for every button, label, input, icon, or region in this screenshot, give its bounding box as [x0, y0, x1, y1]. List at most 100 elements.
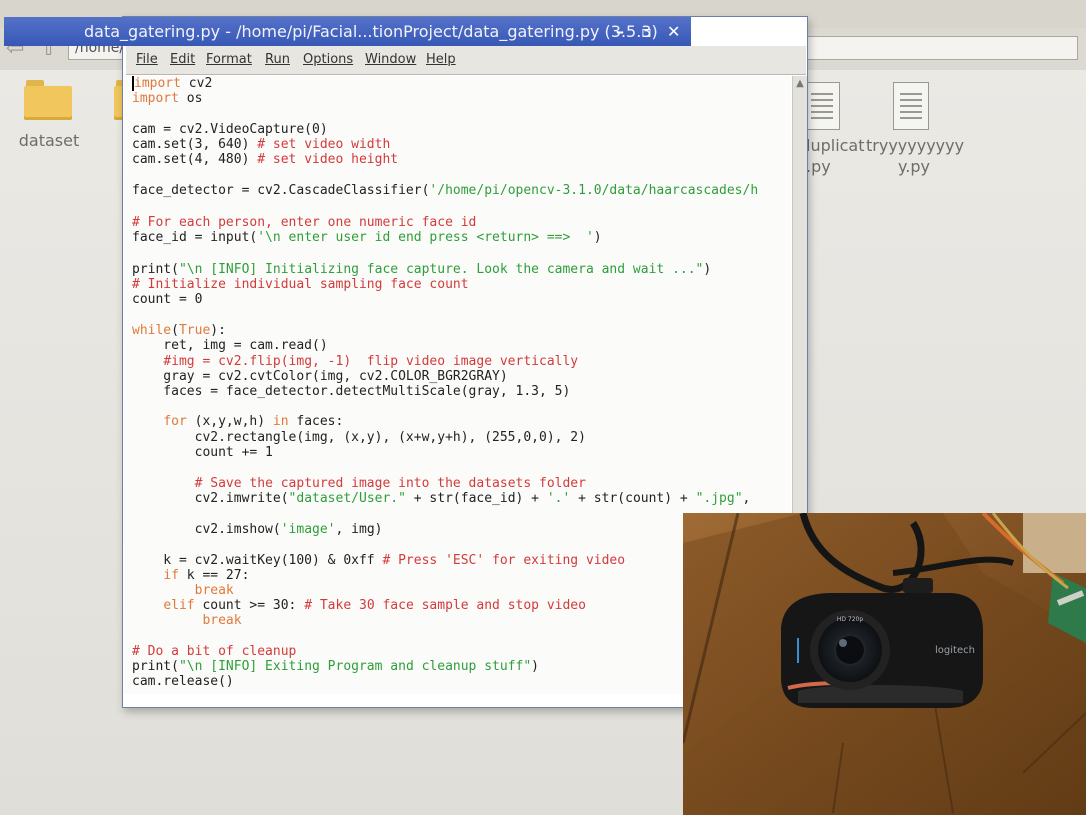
code-token: ): [531, 659, 539, 674]
file-icon[interactable]: [804, 82, 840, 130]
menu-file[interactable]: File: [136, 52, 158, 67]
code-line: count += 1: [132, 445, 273, 460]
code-line: elif count >= 30: # Take 30 face sample …: [132, 598, 586, 613]
code-token: (: [171, 323, 179, 338]
code-token: # set video height: [257, 152, 399, 167]
code-line: break: [132, 583, 234, 598]
code-line: # Do a bit of cleanup: [132, 644, 296, 659]
code-line: face_id = input('\n enter user id end pr…: [132, 230, 602, 245]
code-line: break: [132, 613, 241, 628]
code-token: cam = cv2.VideoCapture(0): [132, 122, 328, 137]
code-token: '/home/pi/opencv-3.1.0/data/haarcascades…: [429, 183, 759, 198]
menu-window[interactable]: Window: [365, 52, 416, 67]
code-token: cam.set(3, 640): [132, 137, 258, 152]
code-line: print("\n [INFO] Exiting Program and cle…: [132, 659, 539, 674]
code-line: cv2.imwrite("dataset/User." + str(face_i…: [132, 491, 751, 506]
file-label-tryyy: tryyyyyyyyy y.py: [866, 136, 965, 176]
code-line: # Save the captured image into the datas…: [132, 476, 586, 491]
code-token: elif: [163, 598, 195, 613]
close-icon[interactable]: ✕: [667, 17, 680, 46]
menu-help[interactable]: Help: [426, 52, 456, 67]
code-line: gray = cv2.cvtColor(img, cv2.COLOR_BGR2G…: [132, 369, 507, 384]
code-token: # For each person, enter one numeric fac…: [132, 215, 477, 230]
minimize-icon[interactable]: –: [616, 17, 624, 46]
code-token: ):: [210, 323, 226, 338]
code-token: for: [163, 414, 187, 429]
code-token: if: [163, 568, 179, 583]
folder-label-dataset: dataset: [18, 131, 80, 150]
code-line: while(True):: [132, 323, 226, 338]
code-line: # For each person, enter one numeric fac…: [132, 215, 476, 230]
file-label-duplicate: luplicat .py: [806, 136, 865, 176]
code-token: cv2.imshow(: [132, 522, 281, 537]
code-token: print(: [132, 659, 179, 674]
maximize-icon[interactable]: ▫: [641, 17, 652, 46]
menu-format[interactable]: Format: [206, 52, 252, 67]
code-token: # Do a bit of cleanup: [132, 644, 297, 659]
code-token: print(: [132, 262, 179, 277]
code-line: if k == 27:: [132, 568, 249, 583]
webcam-photo: HD 720p logitech: [683, 513, 1086, 815]
code-line: cam = cv2.VideoCapture(0): [132, 122, 328, 137]
menu-edit[interactable]: Edit: [170, 52, 195, 67]
code-token: + str(face_id) +: [405, 491, 547, 506]
code-token: "\n [INFO] Initializing face capture. Lo…: [178, 262, 704, 277]
code-token: import: [132, 76, 181, 91]
webcam-photo-image: HD 720p logitech: [683, 513, 1086, 815]
code-line: for (x,y,w,h) in faces:: [132, 414, 343, 429]
code-token: True: [178, 323, 211, 338]
file-icon[interactable]: [893, 82, 929, 130]
menu-bar: File Edit Format Run Options Window Help: [126, 46, 806, 75]
code-line: cam.set(4, 480) # set video height: [132, 152, 398, 167]
code-line: cam.release(): [132, 674, 234, 689]
code-token: #img = cv2.flip(img, -1) flip video imag…: [163, 354, 579, 369]
code-token: ret, img = cam.read(): [132, 338, 328, 353]
folder-icon[interactable]: [24, 80, 72, 120]
code-token: "dataset/User.": [288, 491, 406, 506]
code-token: cv2.imwrite(: [132, 491, 289, 506]
code-token: # Save the captured image into the datas…: [194, 476, 586, 491]
code-token: count = 0: [132, 292, 203, 307]
code-token: (x,y,w,h): [186, 414, 273, 429]
code-token: os: [178, 91, 203, 106]
code-line: # Initialize individual sampling face co…: [132, 277, 469, 292]
code-token: # Press 'ESC' for exiting video: [382, 553, 626, 568]
code-line: face_detector = cv2.CascadeClassifier('/…: [132, 183, 758, 198]
code-token: cv2.rectangle(img, (x,y), (x+w,y+h), (25…: [132, 430, 586, 445]
code-token: while: [132, 323, 172, 338]
window-titlebar[interactable]: data_gatering.py - /home/pi/Facial...tio…: [4, 17, 691, 46]
code-token: face_detector = cv2.CascadeClassifier(: [132, 183, 430, 198]
code-token: in: [272, 414, 289, 429]
code-line: cam.set(3, 640) # set video width: [132, 137, 390, 152]
code-token: break: [194, 583, 234, 598]
code-token: import: [132, 91, 179, 106]
code-token: + str(count) +: [570, 491, 696, 506]
code-token: # set video width: [257, 137, 391, 152]
code-line: faces = face_detector.detectMultiScale(g…: [132, 384, 570, 399]
menu-options[interactable]: Options: [303, 52, 353, 67]
code-token: ,: [742, 491, 751, 506]
code-token: # Initialize individual sampling face co…: [132, 277, 469, 292]
code-line: import os: [132, 91, 202, 106]
code-token: faces:: [288, 414, 344, 429]
code-token: ): [593, 230, 602, 245]
code-token: count >= 30:: [194, 598, 305, 613]
code-line: ret, img = cam.read(): [132, 338, 328, 353]
code-line: cv2.imshow('image', img): [132, 522, 383, 537]
code-line: print("\n [INFO] Initializing face captu…: [132, 262, 711, 277]
code-line: cv2.rectangle(img, (x,y), (x+w,y+h), (25…: [132, 430, 586, 445]
code-token: cam.release(): [132, 674, 234, 689]
window-title: data_gatering.py - /home/pi/Facial...tio…: [84, 22, 658, 41]
code-token: cam.set(4, 480): [132, 152, 258, 167]
code-token: face_id = input(: [132, 230, 258, 245]
menu-run[interactable]: Run: [265, 52, 290, 67]
scroll-up-arrow-icon[interactable]: ▲: [793, 76, 807, 92]
code-line: k = cv2.waitKey(100) & 0xff # Press 'ESC…: [132, 553, 625, 568]
code-token: # Take 30 face sample and stop video: [304, 598, 586, 613]
code-token: 'image': [280, 522, 336, 537]
code-line: import cv2: [132, 76, 212, 91]
